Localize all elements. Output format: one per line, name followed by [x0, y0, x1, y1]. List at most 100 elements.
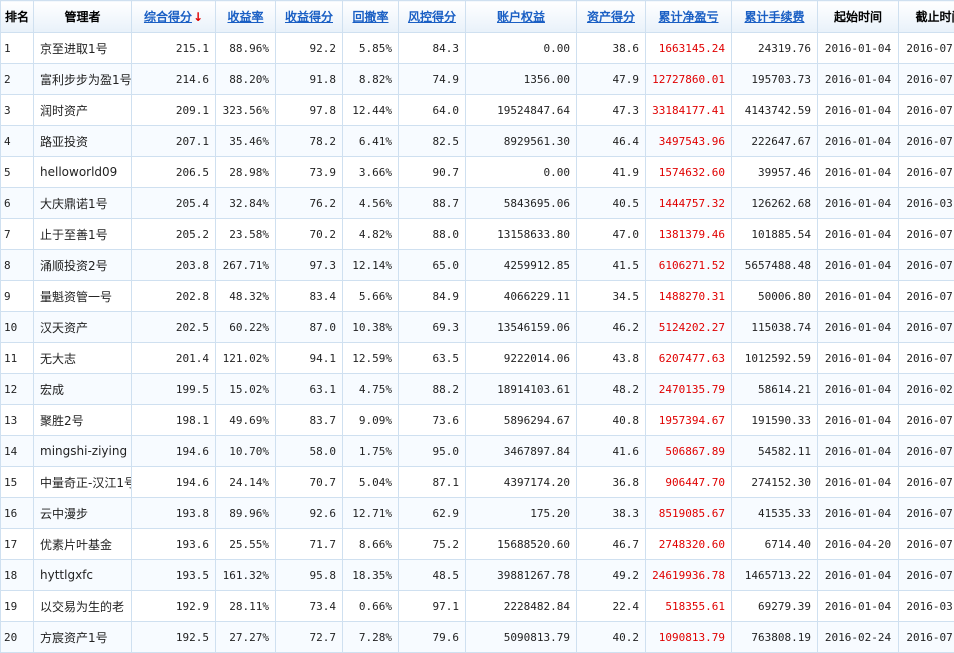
cell-drawdown: 4.75% — [343, 374, 399, 405]
cell-return-rate: 323.56% — [216, 95, 276, 126]
cell-return-rate: 15.02% — [216, 374, 276, 405]
cell-cum-fee: 115038.74 — [732, 312, 818, 343]
col-risk-score-sort-link[interactable]: 风控得分 — [399, 1, 466, 33]
cell-return-score: 83.4 — [276, 281, 343, 312]
cell-cum-fee: 24319.76 — [732, 33, 818, 64]
cell-asset-score: 40.8 — [577, 405, 646, 436]
cell-manager: mingshi-ziying — [34, 436, 132, 467]
cell-cum-pnl: 1663145.24 — [646, 33, 732, 64]
cell-drawdown: 5.85% — [343, 33, 399, 64]
cell-risk-score: 95.0 — [399, 436, 466, 467]
cell-start-date: 2016-02-24 — [818, 622, 899, 653]
cell-rank: 9 — [1, 281, 34, 312]
col-equity-sort-link[interactable]: 账户权益 — [466, 1, 577, 33]
cell-drawdown: 8.66% — [343, 529, 399, 560]
cell-composite-score: 198.1 — [132, 405, 216, 436]
cell-cum-pnl: 906447.70 — [646, 467, 732, 498]
cell-drawdown: 6.41% — [343, 126, 399, 157]
cell-return-rate: 35.46% — [216, 126, 276, 157]
table-row: 18hyttlgxfc193.5161.32%95.818.35%48.5398… — [1, 560, 954, 591]
cell-composite-score: 192.9 — [132, 591, 216, 622]
cell-asset-score: 46.4 — [577, 126, 646, 157]
cell-asset-score: 46.2 — [577, 312, 646, 343]
cell-cum-fee: 126262.68 — [732, 188, 818, 219]
cell-manager: 润时资产 — [34, 95, 132, 126]
cell-composite-score: 199.5 — [132, 374, 216, 405]
cell-start-date: 2016-01-04 — [818, 467, 899, 498]
cell-start-date: 2016-01-04 — [818, 498, 899, 529]
cell-return-score: 76.2 — [276, 188, 343, 219]
cell-composite-score: 205.4 — [132, 188, 216, 219]
cell-cum-pnl: 518355.61 — [646, 591, 732, 622]
cell-equity: 18914103.61 — [466, 374, 577, 405]
cell-risk-score: 84.9 — [399, 281, 466, 312]
cell-composite-score: 205.2 — [132, 219, 216, 250]
cell-return-score: 73.4 — [276, 591, 343, 622]
cell-manager: 量魁资管一号 — [34, 281, 132, 312]
cell-return-rate: 60.22% — [216, 312, 276, 343]
cell-asset-score: 47.0 — [577, 219, 646, 250]
cell-rank: 17 — [1, 529, 34, 560]
cell-return-score: 71.7 — [276, 529, 343, 560]
cell-rank: 2 — [1, 64, 34, 95]
col-return-score-sort-link[interactable]: 收益得分 — [276, 1, 343, 33]
cell-cum-pnl: 33184177.41 — [646, 95, 732, 126]
cell-equity: 19524847.64 — [466, 95, 577, 126]
cell-manager: 云中漫步 — [34, 498, 132, 529]
cell-asset-score: 38.6 — [577, 33, 646, 64]
cell-return-rate: 10.70% — [216, 436, 276, 467]
cell-end-date: 2016-07-27 — [899, 157, 954, 188]
cell-return-rate: 24.14% — [216, 467, 276, 498]
col-end-header: 截止时间 — [899, 1, 954, 33]
table-row: 16云中漫步193.889.96%92.612.71%62.9175.2038.… — [1, 498, 954, 529]
col-asset-score-sort-link[interactable]: 资产得分 — [577, 1, 646, 33]
arrow-down-icon: ↓ — [193, 10, 203, 24]
cell-drawdown: 9.09% — [343, 405, 399, 436]
cell-asset-score: 47.9 — [577, 64, 646, 95]
cell-end-date: 2016-07-27 — [899, 250, 954, 281]
cell-return-score: 92.6 — [276, 498, 343, 529]
cell-asset-score: 48.2 — [577, 374, 646, 405]
cell-risk-score: 69.3 — [399, 312, 466, 343]
cell-cum-fee: 39957.46 — [732, 157, 818, 188]
cell-start-date: 2016-01-04 — [818, 250, 899, 281]
cell-start-date: 2016-01-04 — [818, 188, 899, 219]
cell-return-rate: 121.02% — [216, 343, 276, 374]
cell-end-date: 2016-07-27 — [899, 95, 954, 126]
cell-return-score: 97.3 — [276, 250, 343, 281]
cell-composite-score: 203.8 — [132, 250, 216, 281]
cell-cum-pnl: 1574632.60 — [646, 157, 732, 188]
col-cum-pnl-sort-link[interactable]: 累计净盈亏 — [646, 1, 732, 33]
cell-manager: 中量奇正-汉江1号 — [34, 467, 132, 498]
cell-asset-score: 22.4 — [577, 591, 646, 622]
cell-equity: 175.20 — [466, 498, 577, 529]
cell-composite-score: 193.5 — [132, 560, 216, 591]
cell-cum-pnl: 6207477.63 — [646, 343, 732, 374]
col-composite-score-sort-link[interactable]: 综合得分↓ — [132, 1, 216, 33]
col-return-rate-sort-link[interactable]: 收益率 — [216, 1, 276, 33]
table-row: 4路亚投资207.135.46%78.26.41%82.58929561.304… — [1, 126, 954, 157]
cell-composite-score: 193.8 — [132, 498, 216, 529]
cell-manager: 涌顺投资2号 — [34, 250, 132, 281]
cell-start-date: 2016-01-04 — [818, 219, 899, 250]
cell-manager: 宏成 — [34, 374, 132, 405]
cell-equity: 13546159.06 — [466, 312, 577, 343]
table-row: 9量魁资管一号202.848.32%83.45.66%84.94066229.1… — [1, 281, 954, 312]
cell-risk-score: 87.1 — [399, 467, 466, 498]
table-row: 12宏成199.515.02%63.14.75%88.218914103.614… — [1, 374, 954, 405]
cell-drawdown: 12.14% — [343, 250, 399, 281]
col-drawdown-sort-link[interactable]: 回撤率 — [343, 1, 399, 33]
cell-start-date: 2016-01-04 — [818, 405, 899, 436]
cell-cum-fee: 69279.39 — [732, 591, 818, 622]
col-rank-header: 排名 — [1, 1, 34, 33]
col-cum-fee-sort-link[interactable]: 累计手续费 — [732, 1, 818, 33]
cell-manager: 京至进取1号 — [34, 33, 132, 64]
cell-cum-pnl: 2748320.60 — [646, 529, 732, 560]
cell-composite-score: 209.1 — [132, 95, 216, 126]
cell-risk-score: 63.5 — [399, 343, 466, 374]
table-row: 2富利步步为盈1号214.688.20%91.88.82%74.91356.00… — [1, 64, 954, 95]
cell-rank: 20 — [1, 622, 34, 653]
cell-composite-score: 193.6 — [132, 529, 216, 560]
cell-manager: 聚胜2号 — [34, 405, 132, 436]
cell-return-rate: 48.32% — [216, 281, 276, 312]
